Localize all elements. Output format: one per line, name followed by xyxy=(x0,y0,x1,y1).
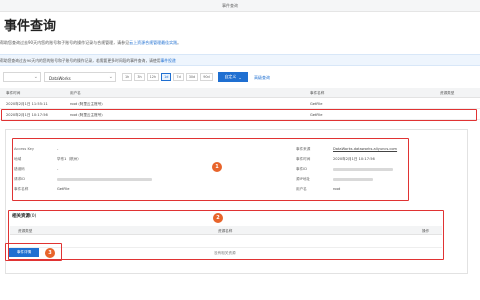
filter-field-select[interactable]: ⌄ xyxy=(3,72,41,82)
field-label: 请求ID xyxy=(14,177,26,181)
field-value: DataWorks.dataworks.aliyuncs.com xyxy=(333,147,398,151)
related-resources-count: (0) xyxy=(30,214,37,219)
time-option-1h[interactable]: 1h xyxy=(122,73,133,81)
field-label: 事件名称 xyxy=(14,187,29,191)
advanced-query-link[interactable]: 高级查询 xyxy=(254,75,270,81)
chevron-down-icon: ⌄ xyxy=(238,74,242,80)
field-value: GetFile xyxy=(57,187,70,191)
field-label: 地域 xyxy=(14,157,22,161)
field-value: root xyxy=(333,187,341,191)
column-header: 事件名称 xyxy=(310,91,325,96)
detail-field-event-time: 事件时间 xyxy=(296,157,310,162)
detail-field-error-code: 错误码 xyxy=(14,167,25,172)
event-detail-button[interactable]: 事件详情 xyxy=(9,248,39,257)
filter-value-input[interactable]: DataWorks ⌄ xyxy=(44,72,116,82)
time-option-12h[interactable]: 12h xyxy=(146,73,160,81)
filter-value-text: DataWorks xyxy=(49,75,71,81)
detail-field-request-id: 请求ID xyxy=(14,177,25,182)
event-name: GetFile xyxy=(310,102,323,107)
annotation-badge-3: 3 xyxy=(45,248,55,258)
detail-field-region: 地域 xyxy=(14,157,21,162)
resources-table-header: 资源类型 资源名称 操作 xyxy=(10,226,442,235)
table-row[interactable]: 2020年2月1日 11:55:11 root (阿里云主账号) GetFile xyxy=(0,99,480,109)
detail-field-access-key: Access Key xyxy=(14,147,34,151)
event-user: root (阿里云主账号) xyxy=(70,102,103,107)
chevron-down-icon: ⌄ xyxy=(33,74,38,80)
field-value: 华东1（杭州） xyxy=(57,157,81,161)
annotation-badge-1: 1 xyxy=(212,162,222,172)
detail-field-event-id: 事件ID xyxy=(296,167,307,172)
time-option-90d[interactable]: 90d xyxy=(200,73,213,81)
annotation-badge-2: 2 xyxy=(213,213,223,223)
column-header: 用户名 xyxy=(70,91,81,96)
field-value: - xyxy=(57,147,59,151)
selected-row-highlight xyxy=(1,109,477,121)
detail-field-event-source: 事件来源 xyxy=(296,147,310,152)
field-label: 事件时间 xyxy=(296,157,311,161)
detail-field-user-name: 用户名 xyxy=(296,187,307,192)
event-time: 2020年2月1日 11:55:11 xyxy=(6,102,48,107)
custom-time-label: 自定义 xyxy=(224,74,237,79)
time-range-group: 1h 3h 12h 1d 7d 30d 90d xyxy=(122,73,213,81)
time-option-3h[interactable]: 3h xyxy=(134,73,145,81)
help-notice-suffix: 。 xyxy=(177,40,182,45)
column-header: 操作 xyxy=(422,228,430,233)
field-value: 2020年2月1日 10:17:56 xyxy=(333,157,375,161)
help-notice: 帮助您查询过去90天内您的账号和子账号的操作记录与合规管理，请参见云上资源合规管… xyxy=(0,40,181,46)
redacted-value xyxy=(333,177,373,181)
column-header: 事件时间 xyxy=(6,91,21,96)
best-practice-link[interactable]: 云上资源合规管理最佳实践 xyxy=(129,40,177,45)
field-label: 事件ID xyxy=(296,167,308,171)
column-header: 资源名称 xyxy=(218,228,233,233)
detail-field-source-ip: 源IP地址 xyxy=(296,177,310,182)
related-resources-title: 相关资源(0) xyxy=(12,213,36,219)
field-label: 事件来源 xyxy=(296,147,311,151)
event-delivery-link[interactable]: 事件投递 xyxy=(161,58,176,63)
page-title: 事件查询 xyxy=(4,19,57,34)
events-table-header: 事件时间 用户名 事件名称 资源类型 xyxy=(0,88,480,98)
breadcrumb-item[interactable]: 事件查询 xyxy=(222,3,238,9)
custom-time-button[interactable]: 自定义 ⌄ xyxy=(218,72,248,82)
time-option-7d[interactable]: 7d xyxy=(173,73,184,81)
top-breadcrumb-bar: 事件查询 xyxy=(0,0,480,12)
redacted-value xyxy=(333,167,393,171)
detail-field-event-name: 事件名称 xyxy=(14,187,28,192)
chevron-down-icon: ⌄ xyxy=(108,74,113,80)
info-text: 帮助您查询过去90天内的您的账号和子账号的操作记录，若需要更多时间段的事件查询，… xyxy=(0,57,161,63)
related-resources-label: 相关资源 xyxy=(12,214,30,219)
time-option-1d[interactable]: 1d xyxy=(161,73,172,81)
column-header: 资源类型 xyxy=(440,91,455,96)
help-notice-text: 帮助您查询过去90天内您的账号和子账号的操作记录与合规管理，请参见 xyxy=(0,40,130,45)
info-banner-text: 帮助您查询过去90天内的您的账号和子账号的操作记录，若需要更多时间段的事件查询，… xyxy=(0,58,176,64)
field-label: 错误码 xyxy=(14,167,25,171)
divider xyxy=(10,247,442,248)
empty-resources-text: 没有相关资源 xyxy=(214,251,236,255)
column-header: 资源类型 xyxy=(18,228,33,233)
field-label: 源IP地址 xyxy=(296,177,311,181)
time-option-30d[interactable]: 30d xyxy=(185,73,199,81)
field-label: 用户名 xyxy=(296,187,307,191)
field-value: - xyxy=(57,167,59,171)
redacted-value xyxy=(57,177,152,181)
field-label: Access Key xyxy=(14,147,34,151)
